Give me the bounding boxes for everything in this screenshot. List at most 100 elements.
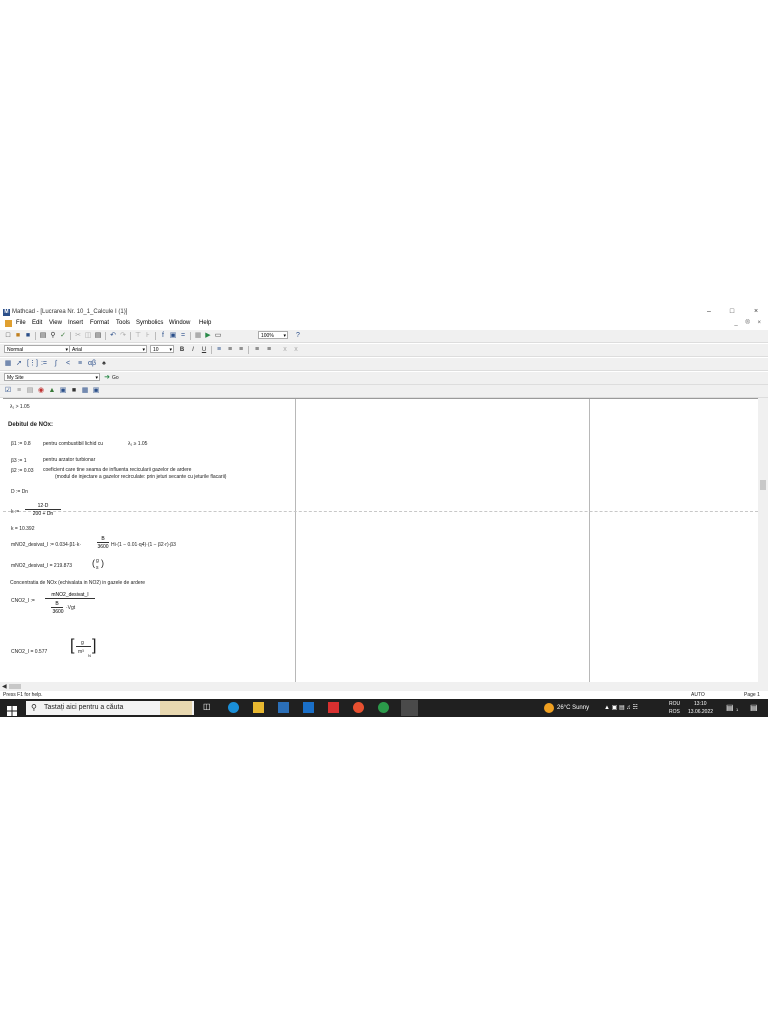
menu-edit[interactable]: Edit: [32, 320, 42, 326]
align-left-icon[interactable]: ≡: [215, 346, 223, 354]
store-icon[interactable]: [278, 702, 289, 713]
weather-text[interactable]: 26°C Sunny: [557, 705, 589, 711]
combobox-control-icon[interactable]: ▣: [92, 387, 100, 395]
align-right-icon[interactable]: ≡: [237, 346, 245, 354]
action-center-icon[interactable]: ▤: [750, 703, 758, 712]
align-center-icon[interactable]: ≡: [226, 346, 234, 354]
keyboard-layout[interactable]: ROS: [669, 709, 680, 715]
undo-icon[interactable]: ↶: [109, 332, 117, 340]
symbolic-toolbar-icon[interactable]: ♠: [100, 360, 108, 368]
scrollbar-thumb[interactable]: [760, 480, 766, 490]
print-icon[interactable]: ▤: [39, 332, 47, 340]
italic-button[interactable]: I: [189, 346, 197, 354]
print-preview-icon[interactable]: ⚲: [49, 332, 57, 340]
edge-icon[interactable]: [228, 702, 239, 713]
minimize-button[interactable]: –: [702, 308, 716, 315]
tray-icons[interactable]: ▲ ▣ ▤ ♫ ☵: [604, 704, 638, 711]
beta3-definition[interactable]: β3 := 1: [11, 458, 27, 464]
menu-symbolics[interactable]: Symbolics: [136, 320, 163, 326]
copy-icon[interactable]: ◫: [84, 332, 92, 340]
open-icon[interactable]: ■: [14, 332, 22, 340]
lambda-condition[interactable]: λ₁ > 1.05: [10, 404, 30, 410]
go-button[interactable]: Go: [112, 375, 119, 381]
radio-control-icon[interactable]: ◉: [37, 387, 45, 395]
boolean-toolbar-icon[interactable]: <: [64, 360, 72, 368]
align-down-icon[interactable]: ⊦: [144, 332, 152, 340]
firefox-icon[interactable]: [353, 702, 364, 713]
maximize-button[interactable]: □: [725, 308, 739, 315]
cno2-result[interactable]: CNO2_I = 0.577: [11, 649, 47, 655]
insert-component-icon[interactable]: ▦: [194, 332, 202, 340]
cno2-definition-lhs[interactable]: CNO2_I :=: [11, 598, 35, 604]
numbered-list-icon[interactable]: ≡: [265, 346, 273, 354]
chrome-icon[interactable]: [378, 702, 389, 713]
document-window-controls[interactable]: _ ® ×: [734, 320, 764, 326]
cut-icon[interactable]: ✂: [74, 332, 82, 340]
menu-tools[interactable]: Tools: [116, 320, 130, 326]
font-select[interactable]: Arial ▾: [69, 345, 147, 353]
help-icon[interactable]: ?: [294, 332, 302, 340]
textbox-control-icon[interactable]: ▤: [26, 387, 34, 395]
greek-toolbar-icon[interactable]: αβ: [88, 360, 96, 368]
d-definition[interactable]: D := Dn: [11, 489, 28, 495]
menu-insert[interactable]: Insert: [68, 320, 83, 326]
horizontal-scrollbar[interactable]: ◀: [0, 682, 768, 691]
zoom-select[interactable]: 100% ▾: [258, 331, 288, 339]
mail-icon[interactable]: [303, 702, 314, 713]
task-view-icon[interactable]: ◫: [203, 702, 214, 713]
k-definition-lhs[interactable]: k :=: [11, 509, 19, 515]
clock-date[interactable]: 13.06.2022: [688, 709, 713, 715]
font-size-select[interactable]: 10 ▾: [150, 345, 174, 353]
programming-toolbar-icon[interactable]: ≡: [76, 360, 84, 368]
spell-check-icon[interactable]: ✓: [59, 332, 67, 340]
save-icon[interactable]: ■: [24, 332, 32, 340]
document-icon[interactable]: [5, 320, 12, 327]
menu-format[interactable]: Format: [90, 320, 109, 326]
menu-help[interactable]: Help: [199, 320, 211, 326]
superscript-icon[interactable]: x: [292, 346, 300, 354]
resource-center-icon[interactable]: ▭: [214, 332, 222, 340]
evaluation-toolbar-icon[interactable]: :=: [40, 360, 48, 368]
calculator-toolbar-icon[interactable]: ▦: [4, 360, 12, 368]
bold-button[interactable]: B: [178, 346, 186, 354]
beta2-definition[interactable]: β2 := 0.03: [11, 468, 33, 474]
checkbox-control-icon[interactable]: ☑: [4, 387, 12, 395]
k-result[interactable]: k = 10.392: [11, 526, 35, 532]
underline-button[interactable]: U: [200, 346, 208, 354]
bullet-list-icon[interactable]: ≡: [253, 346, 261, 354]
calculus-toolbar-icon[interactable]: ∫: [52, 360, 60, 368]
run-icon[interactable]: ▶: [204, 332, 212, 340]
web-control-icon[interactable]: ▦: [81, 387, 89, 395]
paste-icon[interactable]: ▤: [94, 332, 102, 340]
calculate-icon[interactable]: =: [179, 332, 187, 340]
file-explorer-icon[interactable]: [253, 702, 264, 713]
beta1-definition[interactable]: β1 := 0.8: [11, 441, 31, 447]
new-icon[interactable]: □: [4, 332, 12, 340]
subscript-icon[interactable]: x: [281, 346, 289, 354]
clock-time[interactable]: 13:10: [694, 701, 707, 707]
language-code[interactable]: ROU: [669, 701, 680, 707]
slider-control-icon[interactable]: ≡: [15, 387, 23, 395]
notification-icon[interactable]: ▤: [726, 703, 734, 712]
graph-toolbar-icon[interactable]: ➚: [15, 360, 23, 368]
style-select[interactable]: Normal ▾: [4, 345, 70, 353]
menu-view[interactable]: View: [49, 320, 62, 326]
mno2-definition-lhs[interactable]: mNO2_desivat_I := 0.034·β1·k·: [11, 542, 81, 548]
close-button[interactable]: ×: [749, 308, 763, 315]
menu-window[interactable]: Window: [169, 320, 190, 326]
site-select[interactable]: My Site ▾: [4, 373, 100, 381]
insert-unit-icon[interactable]: ▣: [169, 332, 177, 340]
acrobat-icon[interactable]: [328, 702, 339, 713]
windows-start-icon[interactable]: [7, 703, 17, 716]
scrollbar-thumb[interactable]: [9, 684, 21, 689]
menu-file[interactable]: File: [16, 320, 26, 326]
beta1-condition[interactable]: λ₁ ≥ 1.05: [128, 441, 147, 447]
listbox-control-icon[interactable]: ▲: [48, 387, 56, 395]
search-highlight-icon[interactable]: [160, 701, 192, 715]
scroll-left-icon[interactable]: ◀: [2, 683, 7, 690]
button-control-icon[interactable]: ▣: [59, 387, 67, 395]
media-control-icon[interactable]: ■: [70, 387, 78, 395]
insert-function-icon[interactable]: f: [159, 332, 167, 340]
align-across-icon[interactable]: ⊤: [134, 332, 142, 340]
mathcad-taskbar-icon[interactable]: [401, 700, 418, 716]
